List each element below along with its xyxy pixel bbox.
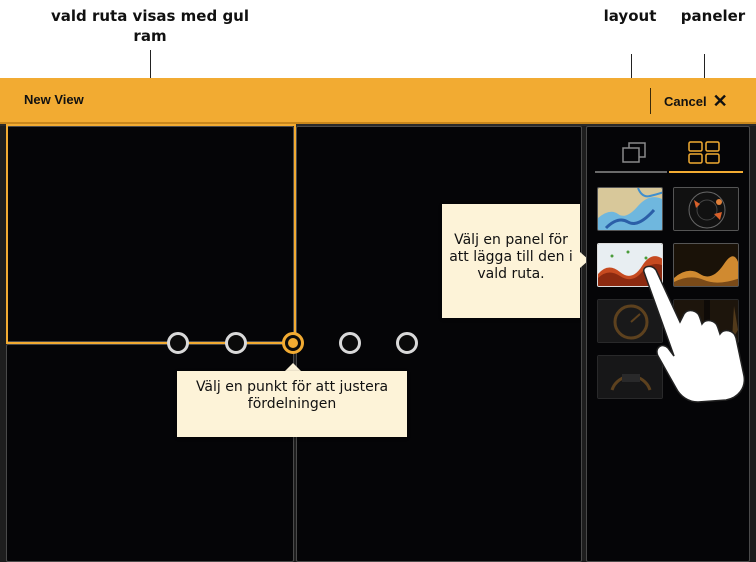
split-point-4[interactable]	[339, 332, 361, 354]
close-icon: ✕	[712, 90, 728, 111]
cancel-button[interactable]: Cancel ✕	[664, 86, 748, 116]
title-bar: New View Cancel ✕	[0, 78, 756, 124]
radar-thumb[interactable]	[673, 187, 739, 231]
title-divider	[650, 88, 651, 114]
tab-layout[interactable]	[605, 137, 661, 167]
panel-tooltip: Välj en panel för att lägga till den i v…	[442, 204, 580, 318]
split-tooltip: Välj en punkt för att justera fördelning…	[177, 371, 407, 437]
layout-icon	[622, 142, 646, 163]
callout-selected-pane: vald ruta visas med gul ram	[50, 7, 250, 45]
chart-thumb[interactable]	[597, 187, 663, 231]
hand-pointer-icon	[643, 265, 746, 403]
view-title: New View	[24, 92, 84, 107]
radar-icon	[674, 188, 738, 230]
split-point-3-active[interactable]	[282, 332, 304, 354]
tab-panels[interactable]	[677, 137, 733, 167]
cancel-label: Cancel	[664, 93, 707, 109]
callout-panels: paneler	[680, 7, 746, 25]
split-point-2[interactable]	[225, 332, 247, 354]
selected-pane-frame	[6, 124, 296, 344]
tab-layout-underline	[595, 171, 667, 173]
device-frame: New View Cancel ✕ Välj en punkt för att …	[0, 78, 756, 562]
split-point-5[interactable]	[396, 332, 418, 354]
callout-layout: layout	[603, 7, 657, 25]
chart-map-icon	[598, 188, 662, 230]
layout-editor: Välj en punkt för att justera fördelning…	[0, 124, 756, 562]
split-tooltip-arrow	[285, 363, 301, 371]
tab-panels-underline	[669, 171, 743, 173]
panels-grid-icon	[688, 141, 720, 164]
split-point-1[interactable]	[167, 332, 189, 354]
